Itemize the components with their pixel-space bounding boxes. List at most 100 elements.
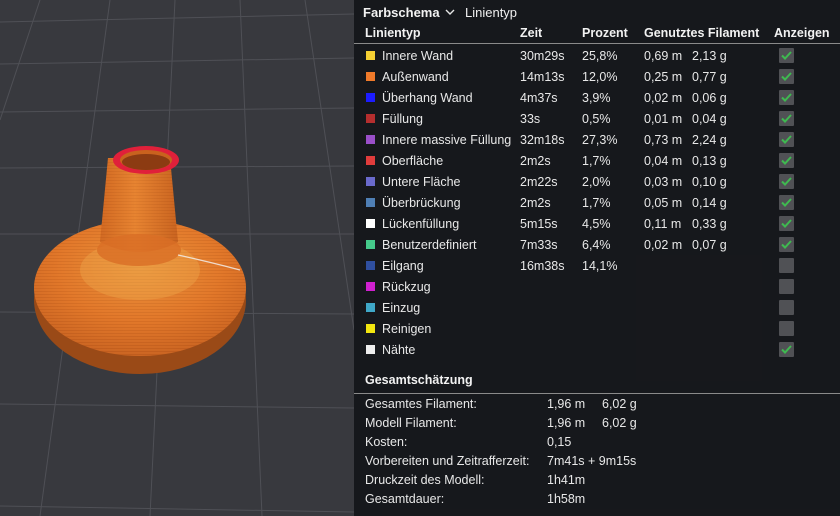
legend-row: Überbrückung 2m2s 1,7% 0,05 m 0,14 g: [354, 193, 840, 214]
summary-row: Gesamtdauer: 1h58m: [354, 490, 840, 509]
time-value: 33s: [520, 112, 541, 126]
visibility-checkbox[interactable]: [779, 195, 794, 210]
legend-row: Außenwand 14m13s 12,0% 0,25 m 0,77 g: [354, 67, 840, 88]
checkmark-icon: [781, 240, 792, 249]
line-type-label: Einzug: [382, 301, 421, 315]
summary-row: Kosten: 0,15: [354, 433, 840, 452]
time-value: 16m38s: [520, 259, 565, 273]
legend-row: Untere Fläche 2m22s 2,0% 0,03 m 0,10 g: [354, 172, 840, 193]
legend-row: Lückenfüllung 5m15s 4,5% 0,11 m 0,33 g: [354, 214, 840, 235]
color-swatch: [366, 72, 375, 81]
filament-weight: 0,04 g: [692, 112, 727, 126]
visibility-checkbox[interactable]: [779, 111, 794, 126]
summary-value-2: 6,02 g: [602, 416, 637, 430]
legend-row: Reinigen: [354, 319, 840, 340]
legend-panel: Farbschema Linientyp Linientyp Zeit Proz…: [354, 0, 840, 516]
legend-row: Nähte: [354, 340, 840, 361]
percent-value: 1,7%: [582, 196, 611, 210]
header-show: Anzeigen: [774, 26, 830, 40]
visibility-checkbox[interactable]: [779, 132, 794, 147]
line-type-label: Füllung: [382, 112, 423, 126]
color-scheme-dropdown[interactable]: Linientyp: [443, 1, 517, 23]
visibility-checkbox[interactable]: [779, 216, 794, 231]
time-value: 2m2s: [520, 154, 551, 168]
color-swatch: [366, 282, 375, 291]
time-value: 5m15s: [520, 217, 558, 231]
color-swatch: [366, 240, 375, 249]
filament-weight: 0,07 g: [692, 238, 727, 252]
percent-value: 1,7%: [582, 154, 611, 168]
color-swatch: [366, 177, 375, 186]
time-value: 2m22s: [520, 175, 558, 189]
percent-value: 2,0%: [582, 175, 611, 189]
header-filament: Genutztes Filament: [644, 26, 760, 40]
legend-row: Innere massive Füllung 32m18s 27,3% 0,73 m 2…: [354, 130, 840, 151]
visibility-checkbox[interactable]: [779, 321, 794, 336]
line-type-label: Benutzerdefiniert: [382, 238, 477, 252]
summary-row: Modell Filament: 1,96 m 6,02 g: [354, 414, 840, 433]
filament-weight: 0,06 g: [692, 91, 727, 105]
percent-value: 3,9%: [582, 91, 611, 105]
filament-weight: 0,14 g: [692, 196, 727, 210]
checkmark-icon: [781, 72, 792, 81]
checkmark-icon: [781, 93, 792, 102]
percent-value: 0,5%: [582, 112, 611, 126]
chevron-down-icon[interactable]: [443, 5, 457, 19]
percent-value: 27,3%: [582, 133, 618, 147]
visibility-checkbox[interactable]: [779, 153, 794, 168]
summary-label: Kosten:: [365, 435, 408, 449]
color-swatch: [366, 114, 375, 123]
summary-label: Gesamtes Filament:: [365, 397, 477, 411]
visibility-checkbox[interactable]: [779, 90, 794, 105]
visibility-checkbox[interactable]: [779, 174, 794, 189]
time-value: 32m18s: [520, 133, 565, 147]
line-type-label: Innere Wand: [382, 49, 454, 63]
summary-title: Gesamtschätzung: [365, 373, 473, 387]
line-type-label: Untere Fläche: [382, 175, 461, 189]
visibility-checkbox[interactable]: [779, 279, 794, 294]
filament-length: 0,73 m: [644, 133, 683, 147]
summary-divider: [354, 393, 840, 394]
checkmark-icon: [781, 51, 792, 60]
filament-length: 0,05 m: [644, 196, 683, 210]
color-swatch: [366, 345, 375, 354]
color-swatch: [366, 219, 375, 228]
visibility-checkbox[interactable]: [779, 258, 794, 273]
summary-label: Modell Filament:: [365, 416, 457, 430]
filament-weight: 0,10 g: [692, 175, 727, 189]
color-swatch: [366, 198, 375, 207]
visibility-checkbox[interactable]: [779, 48, 794, 63]
visibility-checkbox[interactable]: [779, 69, 794, 84]
filament-length: 0,69 m: [644, 49, 683, 63]
summary-value: 7m41s + 9m15s: [547, 454, 637, 468]
legend-row: Einzug: [354, 298, 840, 319]
line-type-label: Eilgang: [382, 259, 424, 273]
checkmark-icon: [781, 135, 792, 144]
header-time: Zeit: [520, 26, 543, 40]
line-type-label: Überhang Wand: [382, 91, 473, 105]
legend-row: Innere Wand 30m29s 25,8% 0,69 m 2,13 g: [354, 46, 840, 67]
summary-value: 1,96 m: [547, 397, 586, 411]
filament-weight: 0,13 g: [692, 154, 727, 168]
checkmark-icon: [781, 219, 792, 228]
filament-length: 0,03 m: [644, 175, 683, 189]
line-type-label: Reinigen: [382, 322, 432, 336]
header-percent: Prozent: [582, 26, 628, 40]
color-scheme-row: Farbschema: [363, 1, 440, 23]
color-scheme-value[interactable]: Linientyp: [465, 5, 517, 20]
filament-weight: 2,24 g: [692, 133, 727, 147]
summary-label: Vorbereiten und Zeitrafferzeit:: [365, 454, 530, 468]
percent-value: 25,8%: [582, 49, 618, 63]
visibility-checkbox[interactable]: [779, 300, 794, 315]
percent-value: 12,0%: [582, 70, 618, 84]
time-value: 14m13s: [520, 70, 565, 84]
visibility-checkbox[interactable]: [779, 342, 794, 357]
summary-value: 1,96 m: [547, 416, 586, 430]
visibility-checkbox[interactable]: [779, 237, 794, 252]
line-type-label: Innere massive Füllung: [382, 133, 512, 147]
line-type-label: Überbrückung: [382, 196, 461, 210]
summary-value: 0,15: [547, 435, 572, 449]
summary-row: Vorbereiten und Zeitrafferzeit: 7m41s + 9…: [354, 452, 840, 471]
legend-row: Überhang Wand 4m37s 3,9% 0,02 m 0,06 g: [354, 88, 840, 109]
checkmark-icon: [781, 198, 792, 207]
